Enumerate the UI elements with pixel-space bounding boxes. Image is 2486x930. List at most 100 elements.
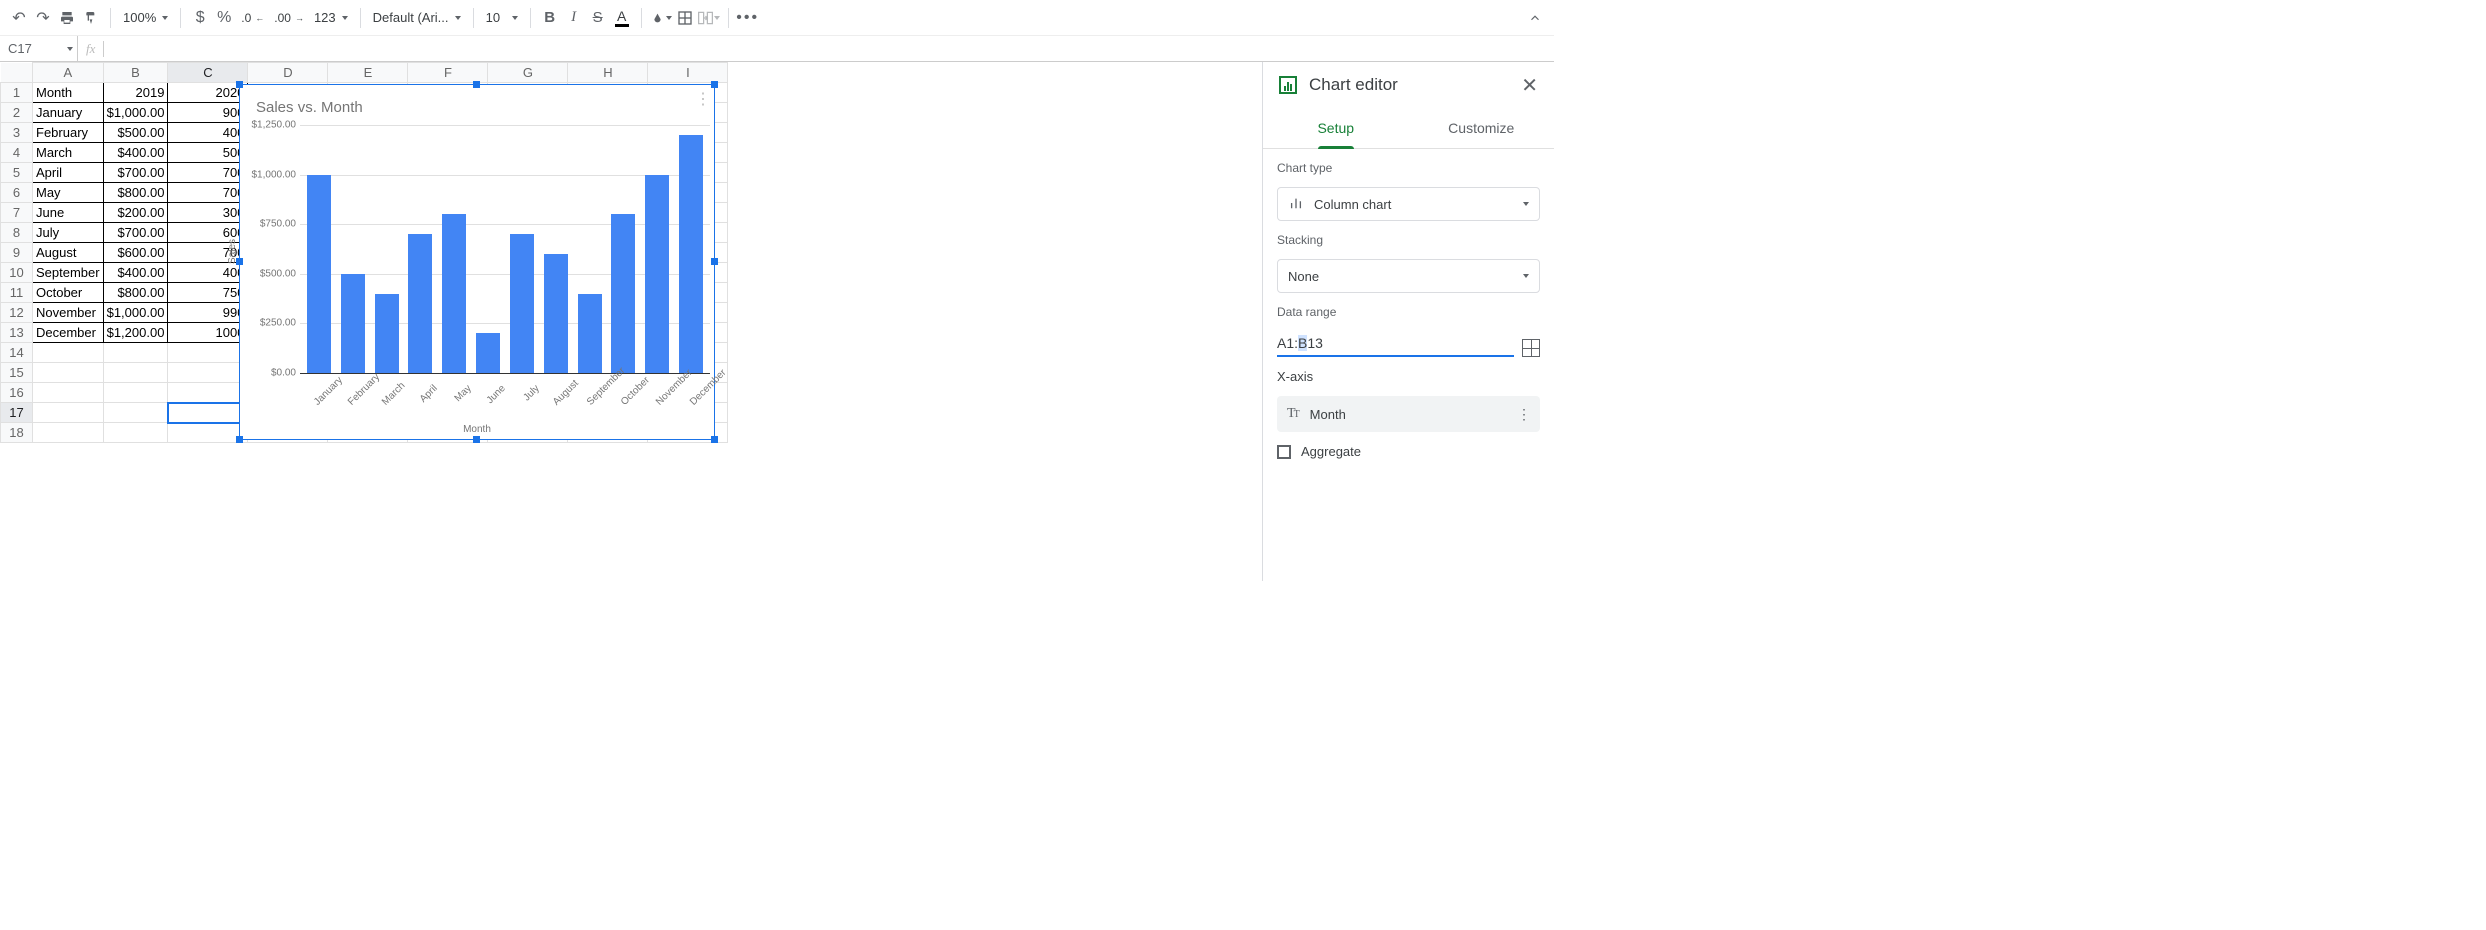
column-header[interactable]: I xyxy=(648,63,728,83)
row-header[interactable]: 8 xyxy=(1,223,33,243)
cell[interactable] xyxy=(168,403,248,423)
bold-icon[interactable]: B xyxy=(539,7,561,29)
tab-customize[interactable]: Customize xyxy=(1409,108,1555,148)
spreadsheet-grid[interactable]: ABCDEFGHI1Month201920202January$1,000.00… xyxy=(0,62,1262,581)
italic-icon[interactable]: I xyxy=(563,7,585,29)
cell[interactable]: $700.00 xyxy=(103,163,168,183)
cell[interactable] xyxy=(103,383,168,403)
cell[interactable]: September xyxy=(33,263,104,283)
cell[interactable]: 700 xyxy=(168,183,248,203)
cell[interactable] xyxy=(168,343,248,363)
row-header[interactable]: 2 xyxy=(1,103,33,123)
more-icon[interactable]: ⋮ xyxy=(1517,406,1530,423)
fill-color-icon[interactable] xyxy=(650,7,672,29)
cell[interactable]: $800.00 xyxy=(103,283,168,303)
merge-cells-icon[interactable] xyxy=(698,7,720,29)
font-size-select[interactable]: 10 xyxy=(482,7,522,29)
cell[interactable]: June xyxy=(33,203,104,223)
collapse-toolbar-icon[interactable] xyxy=(1524,7,1546,29)
resize-handle[interactable] xyxy=(473,81,480,88)
cell[interactable]: $400.00 xyxy=(103,143,168,163)
cell[interactable]: December xyxy=(33,323,104,343)
chart-more-icon[interactable]: ⋮ xyxy=(695,89,710,109)
cell[interactable]: 750 xyxy=(168,283,248,303)
font-select[interactable]: Default (Ari... xyxy=(369,7,465,29)
cell[interactable]: 900 xyxy=(168,103,248,123)
cell[interactable]: May xyxy=(33,183,104,203)
cell[interactable]: $1,200.00 xyxy=(103,323,168,343)
cell[interactable]: 2019 xyxy=(103,83,168,103)
borders-icon[interactable] xyxy=(674,7,696,29)
cell[interactable]: August xyxy=(33,243,104,263)
cell[interactable]: 400 xyxy=(168,123,248,143)
row-header[interactable]: 7 xyxy=(1,203,33,223)
column-header[interactable]: F xyxy=(408,63,488,83)
cell[interactable]: October xyxy=(33,283,104,303)
cell[interactable] xyxy=(103,403,168,423)
cell[interactable]: March xyxy=(33,143,104,163)
more-formats-select[interactable]: 123 xyxy=(310,7,352,29)
column-header[interactable]: C xyxy=(168,63,248,83)
cell[interactable]: 700 xyxy=(168,163,248,183)
undo-icon[interactable]: ↶ xyxy=(8,7,30,29)
close-icon[interactable]: ✕ xyxy=(1521,73,1538,98)
cell[interactable]: $600.00 xyxy=(103,243,168,263)
row-header[interactable]: 10 xyxy=(1,263,33,283)
cell[interactable]: 500 xyxy=(168,143,248,163)
zoom-select[interactable]: 100% xyxy=(119,7,172,29)
column-header[interactable]: G xyxy=(488,63,568,83)
cell[interactable]: $200.00 xyxy=(103,203,168,223)
row-header[interactable]: 17 xyxy=(1,403,33,423)
row-header[interactable]: 1 xyxy=(1,83,33,103)
increase-decimal-icon[interactable]: .00→ xyxy=(270,7,308,29)
cell[interactable] xyxy=(103,343,168,363)
paint-format-icon[interactable] xyxy=(80,7,102,29)
resize-handle[interactable] xyxy=(236,436,243,443)
row-header[interactable]: 11 xyxy=(1,283,33,303)
x-axis-field-chip[interactable]: TT Month ⋮ xyxy=(1277,396,1540,432)
cell[interactable] xyxy=(33,403,104,423)
data-range-input[interactable]: A1:B13 xyxy=(1277,331,1514,357)
row-header[interactable]: 6 xyxy=(1,183,33,203)
embedded-chart[interactable]: ⋮ Sales vs. Month Sales $0.00$250.00$500… xyxy=(239,84,715,440)
column-header[interactable]: A xyxy=(33,63,104,83)
strikethrough-icon[interactable]: S xyxy=(587,7,609,29)
print-icon[interactable] xyxy=(56,7,78,29)
resize-handle[interactable] xyxy=(473,436,480,443)
row-header[interactable]: 3 xyxy=(1,123,33,143)
row-header[interactable]: 16 xyxy=(1,383,33,403)
tab-setup[interactable]: Setup xyxy=(1263,108,1409,148)
resize-handle[interactable] xyxy=(711,436,718,443)
cell[interactable] xyxy=(103,363,168,383)
cell[interactable]: 300 xyxy=(168,203,248,223)
row-header[interactable]: 14 xyxy=(1,343,33,363)
cell[interactable]: Month xyxy=(33,83,104,103)
cell[interactable] xyxy=(33,423,104,443)
cell[interactable] xyxy=(33,363,104,383)
cell[interactable] xyxy=(33,343,104,363)
cell[interactable] xyxy=(168,363,248,383)
resize-handle[interactable] xyxy=(711,258,718,265)
resize-handle[interactable] xyxy=(236,81,243,88)
cell[interactable]: November xyxy=(33,303,104,323)
format-percent-icon[interactable]: % xyxy=(213,7,235,29)
column-header[interactable]: H xyxy=(568,63,648,83)
format-currency-icon[interactable]: $ xyxy=(189,7,211,29)
chart-type-select[interactable]: Column chart xyxy=(1277,187,1540,221)
row-header[interactable]: 4 xyxy=(1,143,33,163)
row-header[interactable]: 18 xyxy=(1,423,33,443)
column-header[interactable]: E xyxy=(328,63,408,83)
redo-icon[interactable]: ↷ xyxy=(32,7,54,29)
cell[interactable]: July xyxy=(33,223,104,243)
cell[interactable]: 990 xyxy=(168,303,248,323)
cell[interactable] xyxy=(103,423,168,443)
select-data-range-icon[interactable] xyxy=(1522,339,1540,357)
cell[interactable]: $800.00 xyxy=(103,183,168,203)
cell[interactable] xyxy=(168,383,248,403)
column-header[interactable]: B xyxy=(103,63,168,83)
text-color-icon[interactable]: A xyxy=(611,7,633,29)
cell[interactable]: January xyxy=(33,103,104,123)
cell[interactable]: $1,000.00 xyxy=(103,303,168,323)
formula-input[interactable]: fx xyxy=(78,36,112,61)
cell[interactable]: April xyxy=(33,163,104,183)
